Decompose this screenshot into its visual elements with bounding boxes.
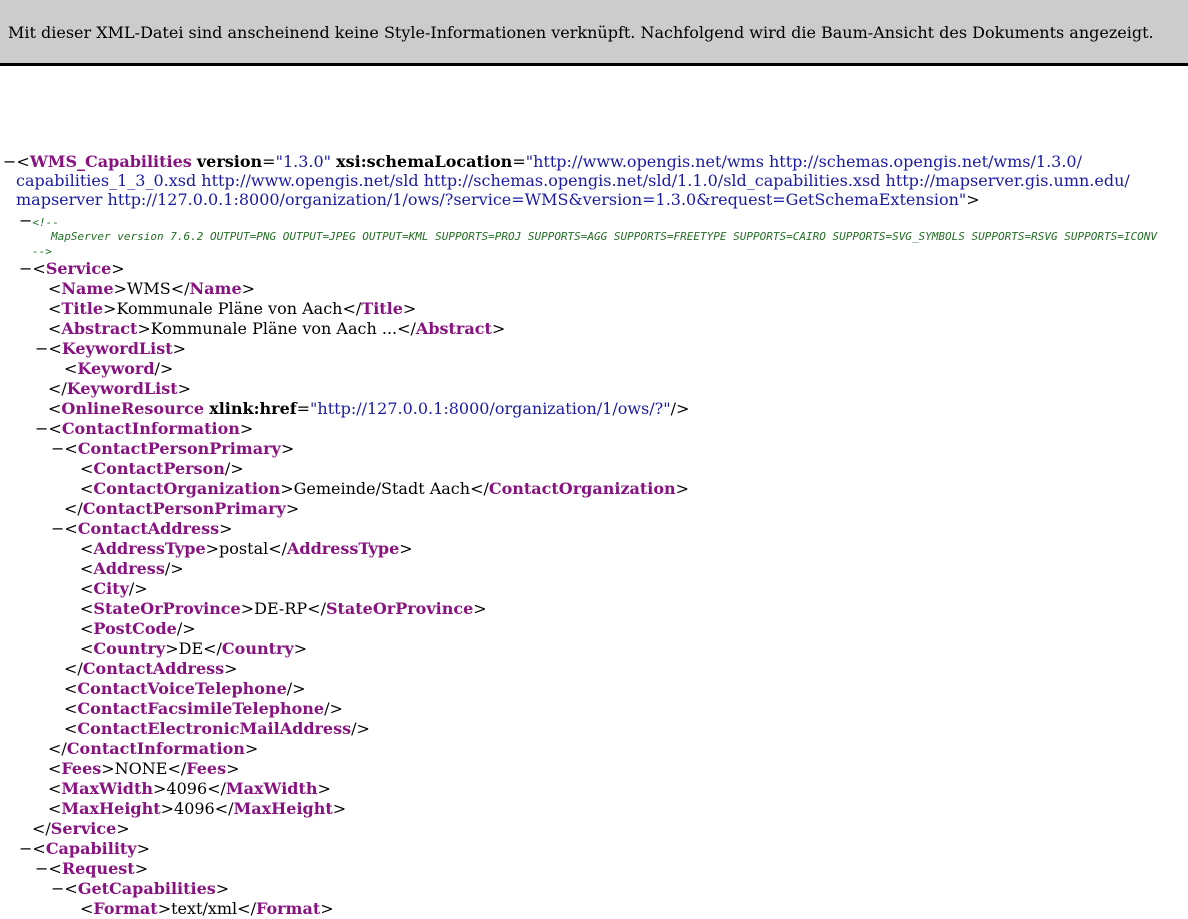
banner-message: Mit dieser XML-Datei sind anscheinend ke…	[8, 23, 1154, 42]
xml-node-postcode: <PostCode/>	[80, 619, 196, 638]
tag-name: WMS_Capabilities	[29, 152, 192, 171]
text-value: DE	[178, 639, 204, 658]
text-value: DE-RP	[254, 599, 308, 618]
xml-node-city: <City/>	[80, 579, 148, 598]
collapse-toggle[interactable]: −	[35, 859, 48, 878]
xml-close-contactpersonprimary: </ContactPersonPrimary>	[64, 499, 300, 518]
collapse-toggle[interactable]: −	[51, 439, 64, 458]
xml-node-format: <Format>text/xml</Format>	[80, 899, 334, 918]
xml-node-abstract: <Abstract>Kommunale Pläne von Aach ...</…	[48, 319, 506, 338]
xml-comment-close: -->	[32, 245, 52, 258]
xml-node-stateorprovince: <StateOrProvince>DE-RP</StateOrProvince>	[80, 599, 487, 618]
collapse-toggle[interactable]: −	[3, 152, 16, 171]
xml-node-fees: <Fees>NONE</Fees>	[48, 759, 240, 778]
text-value: NONE	[114, 759, 168, 778]
xml-node-addresstype: <AddressType>postal</AddressType>	[80, 539, 413, 558]
text-value: 4096	[166, 779, 208, 798]
collapse-toggle[interactable]: −	[19, 211, 32, 230]
text-value: WMS	[126, 279, 171, 298]
attr-value-continuation: mapserver http://127.0.0.1:8000/organiza…	[16, 190, 980, 209]
xml-node-contactorganization: <ContactOrganization>Gemeinde/Stadt Aach…	[80, 479, 690, 498]
xml-node-address: <Address/>	[80, 559, 184, 578]
xml-node-contactaddress: −<ContactAddress>	[51, 519, 233, 538]
text-value: 4096	[174, 799, 215, 818]
attr-value: "1.3.0"	[275, 152, 332, 171]
xml-node-voicetelephone: <ContactVoiceTelephone/>	[64, 679, 306, 698]
xml-comment-text: MapServer version 7.6.2 OUTPUT=PNG OUTPU…	[51, 230, 1157, 243]
collapse-toggle[interactable]: −	[51, 519, 64, 538]
xml-close-keywordlist: </KeywordList>	[48, 379, 192, 398]
xml-node-title: <Title>Kommunale Pläne von Aach</Title>	[48, 299, 417, 318]
collapse-toggle[interactable]: −	[51, 879, 64, 898]
xml-node-electronicmailaddress: <ContactElectronicMailAddress/>	[64, 719, 370, 738]
xml-node-contactpersonprimary: −<ContactPersonPrimary>	[51, 439, 295, 458]
attr-value: "http://www.opengis.net/wms http://schem…	[525, 152, 1082, 171]
attr-value-continuation: capabilities_1_3_0.xsd http://www.opengi…	[16, 171, 1130, 190]
xml-node-wms-capabilities: −<WMS_Capabilities version="1.3.0" xsi:s…	[3, 152, 1082, 171]
xml-close-contactaddress: </ContactAddress>	[64, 659, 238, 678]
xml-node-onlineresource: <OnlineResource xlink:href="http://127.0…	[48, 399, 690, 418]
attr-name: xsi:schemaLocation	[336, 152, 513, 171]
xml-node-request: −<Request>	[35, 859, 149, 878]
xml-comment: −<!--	[19, 211, 59, 230]
text-value: Kommunale Pläne von Aach ...	[150, 319, 398, 338]
text-value: Gemeinde/Stadt Aach	[293, 479, 471, 498]
text-value: postal	[219, 539, 269, 558]
xml-node-facsimiletelephone: <ContactFacsimileTelephone/>	[64, 699, 343, 718]
xml-node-maxheight: <MaxHeight>4096</MaxHeight>	[48, 799, 347, 818]
text-value: Kommunale Pläne von Aach	[116, 299, 343, 318]
collapse-toggle[interactable]: −	[35, 419, 48, 438]
collapse-toggle[interactable]: −	[35, 339, 48, 358]
xml-info-banner: Mit dieser XML-Datei sind anscheinend ke…	[0, 0, 1188, 66]
xml-node-name: <Name>WMS</Name>	[48, 279, 256, 298]
xml-node-keywordlist: −<KeywordList>	[35, 339, 187, 358]
collapse-toggle[interactable]: −	[19, 259, 32, 278]
xml-node-country: <Country>DE</Country>	[80, 639, 308, 658]
xml-close-contactinformation: </ContactInformation>	[48, 739, 259, 758]
xml-node-getcapabilities: −<GetCapabilities>	[51, 879, 230, 898]
xml-close-service: </Service>	[32, 819, 130, 838]
xml-node-keyword: <Keyword/>	[64, 359, 174, 378]
xml-node-maxwidth: <MaxWidth>4096</MaxWidth>	[48, 779, 331, 798]
xml-node-contactperson: <ContactPerson/>	[80, 459, 244, 478]
xml-node-service: −<Service>	[19, 259, 125, 278]
collapse-toggle[interactable]: −	[19, 839, 32, 858]
xml-node-capability: −<Capability>	[19, 839, 150, 858]
attr-name: version	[196, 152, 263, 171]
xml-node-contactinformation: −<ContactInformation>	[35, 419, 254, 438]
text-value: text/xml	[171, 899, 238, 918]
